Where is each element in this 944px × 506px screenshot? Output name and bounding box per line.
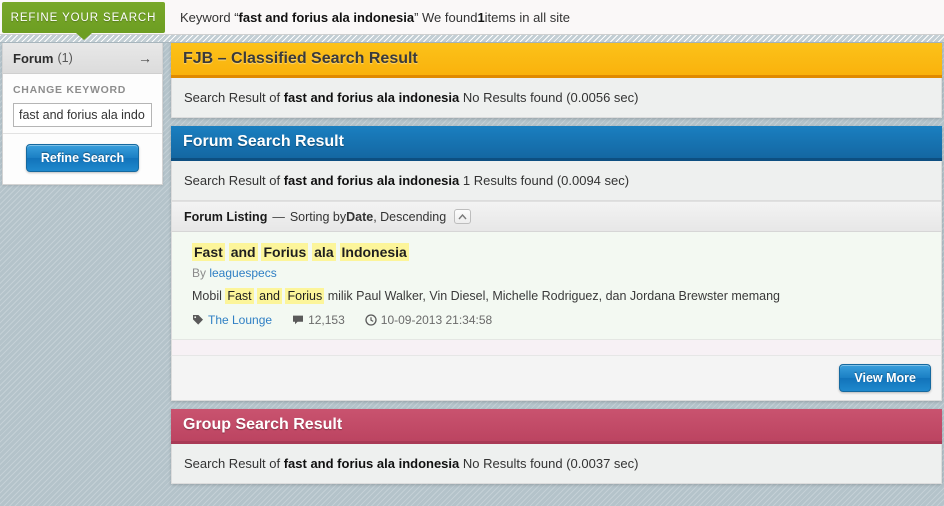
- result-tag-link[interactable]: The Lounge: [208, 313, 272, 327]
- refine-tab-label: REFINE YOUR SEARCH: [10, 11, 157, 24]
- forum-body-suffix: 1 Results found (0.0094 sec): [459, 173, 630, 188]
- collapse-toggle-button[interactable]: [454, 209, 472, 224]
- result-title-part-7: [336, 244, 340, 260]
- result-excerpt-part-5: Forius: [285, 288, 325, 304]
- forum-body-keyword: fast and forius ala indonesia: [283, 173, 460, 188]
- fjb-section-header: FJB – Classified Search Result: [171, 43, 942, 78]
- search-result-item[interactable]: Fast and Forius ala Indonesia By leagues…: [171, 232, 942, 340]
- result-excerpt-part-0: Mobil: [192, 289, 226, 303]
- stripe-divider: [0, 35, 944, 43]
- result-tag-meta[interactable]: The Lounge: [192, 313, 272, 327]
- main-results-column: FJB – Classified Search Result Search Re…: [171, 43, 942, 492]
- result-excerpt-part-1: Fast: [225, 288, 254, 304]
- group-section: Group Search Result Search Result of fas…: [171, 408, 942, 484]
- keyword-prefix-text: Keyword “: [180, 10, 239, 25]
- forum-section-body: Search Result of fast and forius ala ind…: [171, 161, 942, 201]
- clock-icon: [365, 314, 377, 326]
- result-date: 10-09-2013 21:34:58: [380, 312, 493, 327]
- view-more-button[interactable]: View More: [839, 363, 931, 392]
- tab-pointer-triangle-icon: [76, 33, 92, 40]
- forum-section: Forum Search Result Search Result of fas…: [171, 126, 942, 401]
- refine-button-row: Refine Search: [3, 133, 162, 184]
- keyword-mid-text: ” We found: [414, 10, 478, 25]
- result-author-line: By leaguespecs: [192, 266, 929, 280]
- forum-section-title: Forum Search Result: [183, 133, 344, 150]
- result-date-meta: 10-09-2013 21:34:58: [365, 313, 492, 327]
- forum-section-footer: View More: [171, 355, 942, 401]
- sorting-order-label: , Descending: [373, 209, 447, 224]
- result-comment-count: 12,153: [308, 312, 345, 327]
- fjb-section-body: Search Result of fast and forius ala ind…: [171, 78, 942, 118]
- page-root: REFINE YOUR SEARCH Keyword “fast and for…: [0, 0, 944, 506]
- result-title-part-2: and: [228, 243, 258, 261]
- keyword-input[interactable]: [13, 103, 152, 127]
- tag-icon: [192, 314, 204, 326]
- group-section-title: Group Search Result: [183, 415, 343, 433]
- sidebar-item-forum-label: Forum: [13, 50, 54, 66]
- forum-listing-dash: —: [272, 209, 285, 224]
- group-body-suffix: No Results found (0.0037 sec): [459, 455, 639, 471]
- result-excerpt-part-6: milik Paul Walker, Vin Diesel, Michelle …: [324, 289, 780, 303]
- keyword-result-count: 1: [477, 10, 485, 25]
- keyword-value-text: fast and forius ala indonesia: [238, 10, 415, 25]
- group-body-keyword: fast and forius ala indonesia: [283, 455, 460, 471]
- change-keyword-block: CHANGE KEYWORD: [3, 74, 162, 133]
- comment-bubble-icon: [292, 314, 304, 326]
- fjb-section-title: FJB – Classified Search Result: [183, 50, 418, 67]
- group-body-prefix: Search Result of: [184, 455, 284, 471]
- fjb-body-keyword: fast and forius ala indonesia: [283, 90, 460, 105]
- keyword-suffix-text: items in all site: [484, 10, 570, 25]
- result-list-spacer: [171, 339, 942, 356]
- result-title[interactable]: Fast and Forius ala Indonesia: [192, 242, 929, 263]
- forum-listing-bar: Forum Listing — Sorting by Date, Descend…: [171, 201, 942, 232]
- result-excerpt: Mobil Fast and Forius milik Paul Walker,…: [192, 287, 929, 306]
- result-title-part-0: Fast: [192, 243, 225, 261]
- sidebar-item-forum-count: (1): [57, 51, 73, 65]
- result-title-part-4: Forius: [261, 243, 309, 261]
- group-section-body: Search Result of fast and forius ala ind…: [171, 443, 942, 484]
- fjb-body-prefix: Search Result of: [184, 90, 284, 105]
- result-meta-row: The Lounge 12,153 10-09-2013 21:34:58: [192, 313, 929, 327]
- forum-listing-label: Forum Listing: [184, 209, 268, 224]
- refine-search-button[interactable]: Refine Search: [25, 144, 140, 172]
- refine-your-search-tab[interactable]: REFINE YOUR SEARCH: [2, 2, 165, 33]
- chevron-up-icon: [458, 213, 467, 219]
- arrow-right-icon: →: [138, 50, 152, 66]
- result-by-label: By: [192, 266, 210, 280]
- keyword-summary: Keyword “fast and forius ala indonesia” …: [180, 0, 570, 35]
- refine-sidebar-panel: Forum (1) → CHANGE KEYWORD Refine Search: [2, 43, 163, 185]
- result-excerpt-part-3: and: [257, 288, 282, 304]
- top-bar: REFINE YOUR SEARCH Keyword “fast and for…: [0, 0, 944, 35]
- change-keyword-label: CHANGE KEYWORD: [13, 84, 127, 96]
- sidebar-item-forum[interactable]: Forum (1) →: [3, 43, 162, 74]
- forum-section-header: Forum Search Result: [171, 126, 942, 161]
- result-title-part-8: Indonesia: [339, 243, 409, 261]
- sorting-prefix-label: Sorting by: [289, 209, 347, 224]
- result-comments-meta: 12,153: [292, 313, 345, 327]
- result-title-part-6: ala: [312, 243, 336, 261]
- group-section-header: Group Search Result: [171, 408, 942, 444]
- result-author-link[interactable]: leaguespecs: [209, 266, 276, 280]
- sorting-field-label: Date: [346, 209, 374, 224]
- fjb-body-suffix: No Results found (0.0056 sec): [459, 90, 639, 105]
- fjb-section: FJB – Classified Search Result Search Re…: [171, 43, 942, 118]
- forum-body-prefix: Search Result of: [184, 173, 284, 188]
